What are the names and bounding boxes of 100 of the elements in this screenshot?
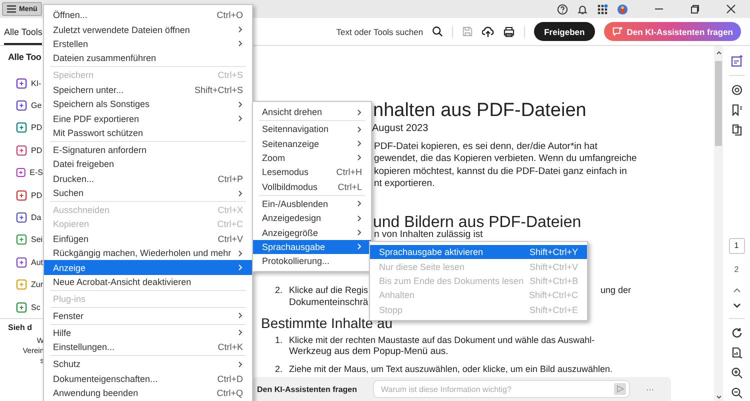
menu-item[interactable]: Sprachausgabe aktivieren Shift+Ctrl+Y <box>370 245 587 260</box>
menu-item[interactable]: Zuletzt verwendete Dateien öffnen <box>44 22 252 37</box>
scroll-down-icon[interactable] <box>716 395 722 400</box>
menu-item[interactable]: Seitenanzeige <box>253 136 371 151</box>
menu-item[interactable]: Erstellen <box>44 36 252 52</box>
menu-item[interactable]: Drucken... Ctrl+P <box>44 171 252 186</box>
tool-icon[interactable] <box>16 100 27 112</box>
menu-item[interactable]: Seitennavigation <box>253 122 371 136</box>
close-icon[interactable] <box>726 4 736 14</box>
rotate-icon[interactable] <box>730 327 742 339</box>
question-field[interactable]: Warum ist diese Information wichtig? <box>373 380 630 398</box>
menu-item[interactable]: Einstellungen... Ctrl+K <box>44 340 252 355</box>
page-number[interactable]: 1 <box>728 238 744 254</box>
pages-icon[interactable] <box>730 124 742 136</box>
menu-item[interactable]: Eine PDF exportieren <box>44 111 252 126</box>
menu-item[interactable]: Neue Acrobat-Ansicht deaktivieren <box>44 274 252 290</box>
tool-icon[interactable] <box>16 190 27 201</box>
tool-label[interactable]: PD <box>31 190 42 200</box>
avatar-icon[interactable] <box>617 4 628 14</box>
ai-bar-label: Den KI-Assistenten fragen <box>257 384 358 394</box>
document-heading: nhalten aus PDF-Dateien <box>373 100 586 122</box>
menu-item[interactable]: Rückgängig machen, Wiederholen und mehr <box>44 246 252 260</box>
menu-item[interactable]: Zoom <box>253 150 371 166</box>
menu-icon <box>7 5 16 13</box>
menu-item[interactable]: Sprachausgabe <box>253 240 371 254</box>
tool-label[interactable]: KI- <box>31 78 42 88</box>
tool-label[interactable]: Sei <box>31 235 43 244</box>
zoom-out-icon[interactable] <box>730 387 742 399</box>
document-text: Werkzeug aus dem Popup-Menü aus. <box>289 346 448 359</box>
search-icon[interactable] <box>432 26 444 37</box>
menu-item[interactable]: Anzeige <box>44 260 252 275</box>
menu-item[interactable]: Hilfe <box>44 326 252 340</box>
list-number: 2. <box>275 284 284 297</box>
tool-label[interactable]: Ge <box>31 101 42 110</box>
tool-icon[interactable] <box>16 167 26 178</box>
scroll-thumb[interactable] <box>715 61 722 146</box>
previous-page-icon[interactable] <box>732 286 742 294</box>
scrollbar[interactable] <box>714 46 723 401</box>
menu-item[interactable]: E-Signaturen anfordern <box>44 142 252 158</box>
menu-item[interactable]: Suchen <box>44 186 252 200</box>
menu-item[interactable]: Ansicht drehen <box>253 105 371 120</box>
document-text: Ziehe mit der Maus, um Text auszuwählen, oder klicke, um ein Bild auszuwählen. <box>289 362 612 375</box>
menu-item[interactable]: Dateien zusammenführen <box>44 51 252 66</box>
comment-panel-icon[interactable] <box>730 55 742 67</box>
document-icon[interactable] <box>730 347 742 359</box>
document-text: August 2023 <box>372 122 428 136</box>
menu-item[interactable]: Lesemodus Ctrl+H <box>253 165 371 180</box>
menu-item[interactable]: Speichern als Sonstiges <box>44 96 252 112</box>
apps-icon[interactable] <box>597 4 608 14</box>
page-number[interactable]: 2 <box>728 262 744 278</box>
ai-assistant-button[interactable]: Den KI-Assistenten fragen <box>604 22 741 41</box>
menu-item[interactable]: Ein-/Ausblenden <box>253 196 371 211</box>
share-button[interactable]: Freigeben <box>534 22 595 41</box>
tool-label[interactable]: PD <box>31 146 42 155</box>
document-text: kopieren möchtest, kannst du die PDF-Datei ganz einfach in <box>374 166 627 178</box>
menu-item[interactable]: Öffnen... Ctrl+O <box>44 8 252 22</box>
tool-icon[interactable] <box>16 122 27 134</box>
search-field[interactable]: Text oder Tools suchen <box>336 26 424 36</box>
tool-icon[interactable] <box>16 78 27 89</box>
print-icon[interactable] <box>503 26 516 38</box>
bell-icon[interactable] <box>577 4 588 14</box>
help-icon[interactable] <box>557 4 568 14</box>
restore-icon[interactable] <box>690 4 700 14</box>
menu-item[interactable]: Vollbildmodus Ctrl+L <box>253 180 371 194</box>
menu-item[interactable]: Protokollierung... <box>253 254 371 268</box>
menu-item[interactable]: Anzeigedesign <box>253 210 371 226</box>
upload-icon[interactable] <box>482 26 494 38</box>
menu-item[interactable]: Datei freigeben <box>44 157 252 172</box>
document-text: nt exportieren. <box>374 178 435 190</box>
document-text: gewendet, die das Kopieren verbieten. Wenn du umfangreiche <box>374 153 637 166</box>
menu-item[interactable]: Fenster <box>44 308 252 324</box>
menu-item[interactable]: Schutz <box>44 357 252 372</box>
tool-label[interactable]: Aut <box>30 258 43 267</box>
tool-icon[interactable] <box>16 302 27 313</box>
menu-item[interactable]: Speichern unter... Shift+Ctrl+S <box>44 82 252 97</box>
list-number: 1. <box>275 334 284 346</box>
tool-icon[interactable] <box>16 144 27 156</box>
document-heading: und Bildern aus PDF-Dateien <box>373 213 582 232</box>
document-text: n von Inhalten zulässig ist <box>374 229 483 242</box>
scroll-up-icon[interactable] <box>716 50 722 55</box>
tool-icon[interactable] <box>16 234 27 246</box>
tool-icon[interactable] <box>16 256 27 268</box>
bookmark-icon[interactable] <box>730 104 742 116</box>
promo-title: Sieh d <box>8 323 32 332</box>
document-text: ung der <box>600 284 631 297</box>
tool-label[interactable]: PD <box>31 123 42 132</box>
next-page-icon[interactable] <box>732 302 742 310</box>
menu-item[interactable]: Dokumenteigenschaften... Ctrl+D <box>44 372 252 386</box>
tool-icon[interactable] <box>16 212 27 224</box>
menu-item[interactable]: Einfügen Ctrl+V <box>44 232 252 246</box>
zoom-in-icon[interactable] <box>730 367 742 379</box>
menu-item[interactable]: Anwendung beenden Ctrl+Q <box>44 386 252 400</box>
more-button[interactable]: ··· <box>646 384 654 394</box>
menu-item[interactable]: Mit Passwort schützen <box>44 126 252 140</box>
tool-label[interactable]: Zur <box>31 280 43 290</box>
tool-label[interactable]: Sc <box>31 302 40 312</box>
tool-label[interactable]: Da <box>31 213 42 222</box>
tool-label[interactable]: E-S <box>30 168 43 178</box>
menu-item[interactable]: Anzeigegröße <box>253 225 371 240</box>
document-text: Klicke auf die Regis <box>289 284 368 297</box>
